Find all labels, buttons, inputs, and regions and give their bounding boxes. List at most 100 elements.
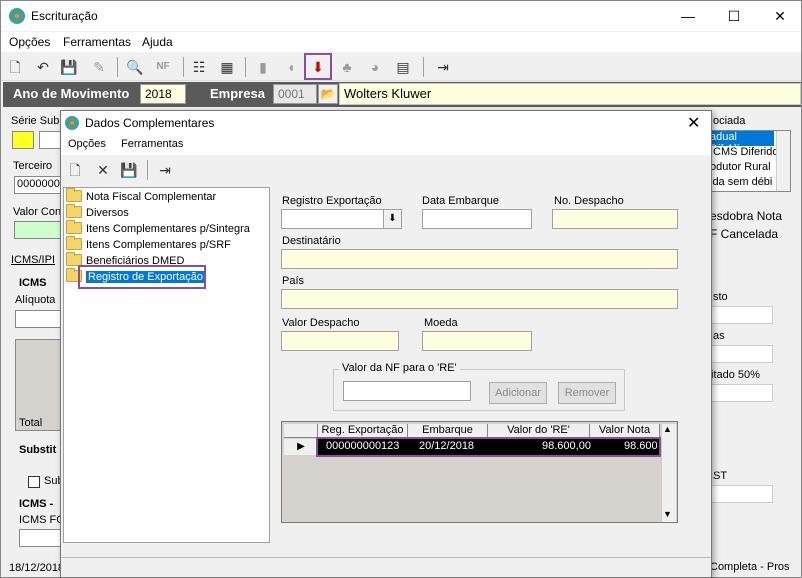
truck-icon[interactable]: ◖: [281, 57, 301, 77]
adicionar-button[interactable]: Adicionar: [489, 382, 547, 404]
moeda-label: Moeda: [424, 317, 458, 329]
open-folder-icon[interactable]: 📂: [318, 84, 338, 104]
main-toolbar: 🗋 ↶ 💾 ✎ 🔍 NF ☷ ▦ ▮ ◖ ⬇ ♣ ◕ ▤ ⇥: [1, 53, 801, 81]
grid-col-valor-nota[interactable]: Valor Nota: [590, 424, 660, 438]
completa-label: Completa - Pros: [710, 561, 790, 573]
preview-icon[interactable]: 🔍: [125, 57, 145, 77]
dialog-title: Dados Complementares: [85, 116, 215, 130]
bag-icon[interactable]: ♣: [337, 57, 357, 77]
stack-icon[interactable]: ◕: [365, 57, 385, 77]
empresa-name-field: Wolters Kluwer: [339, 83, 801, 105]
save-icon[interactable]: 💾: [59, 57, 79, 77]
valor-despacho-field[interactable]: [281, 331, 399, 351]
nf-cancelada-label: F Cancelada: [710, 227, 779, 241]
custo-label: sto: [713, 291, 728, 303]
exit-icon[interactable]: ⇥: [433, 57, 453, 77]
data-embarque-label: Data Embarque: [422, 195, 500, 207]
folder-icon: [66, 236, 82, 250]
menu-ajuda[interactable]: Ajuda: [142, 35, 173, 49]
dialog-exit-icon[interactable]: ⇥: [155, 160, 175, 180]
pais-field[interactable]: [281, 289, 678, 309]
creditado-field[interactable]: [709, 384, 773, 402]
minimize-button[interactable]: —: [665, 1, 711, 31]
dialog-status-divider: [61, 557, 711, 558]
folder-icon: [66, 220, 82, 234]
right-associada-label: ociada: [713, 115, 746, 127]
tree-item[interactable]: Nota Fiscal Complementar: [66, 188, 216, 206]
custo-field[interactable]: [709, 306, 773, 324]
no-despacho-label: No. Despacho: [554, 195, 624, 207]
dialog-menu-opcoes[interactable]: Opções: [68, 138, 106, 150]
maximize-button[interactable]: ☐: [711, 1, 757, 31]
icms-fc-field[interactable]: [19, 529, 63, 547]
status-date: 18/12/2018: [9, 562, 65, 574]
data-embarque-field[interactable]: [422, 209, 532, 229]
right-list-item[interactable]: adual Dif.Alíq: [708, 131, 774, 155]
grid-vertical-scrollbar[interactable]: [661, 424, 676, 522]
dropdown-arrow-icon[interactable]: ⬇: [383, 209, 402, 229]
terceiro-field[interactable]: 0000000: [14, 176, 62, 194]
tree-item[interactable]: Itens Complementares p/SRF: [66, 236, 231, 254]
scroll-down-icon[interactable]: ▼: [663, 509, 672, 519]
taxas-field[interactable]: [709, 345, 773, 363]
tree-icon[interactable]: ☷: [189, 57, 209, 77]
empresa-code-field[interactable]: 0001: [273, 84, 317, 104]
grid-col-valor-re[interactable]: Valor do 'RE': [488, 424, 590, 438]
substit-title: Substit: [19, 444, 57, 456]
st-field[interactable]: [709, 485, 773, 503]
terceiro-label: Terceiro: [13, 160, 53, 172]
creditado-label: itado 50%: [711, 369, 760, 381]
aliquota-field[interactable]: [15, 310, 63, 328]
valor-nf-field[interactable]: [343, 381, 471, 401]
tab-icms-ipi[interactable]: ICMS/IPI: [11, 254, 55, 266]
erase-icon[interactable]: ✎: [89, 57, 109, 77]
highlight-toolbar: [304, 53, 332, 80]
scroll-up-icon[interactable]: ▲: [663, 424, 672, 434]
calc-icon[interactable]: ▦: [217, 57, 237, 77]
sub-checkbox[interactable]: [28, 476, 40, 488]
app-icon: [9, 8, 25, 24]
close-button[interactable]: ✕: [757, 1, 802, 31]
menu-ferramentas[interactable]: Ferramentas: [63, 35, 131, 49]
dialog-delete-icon[interactable]: ✕: [93, 160, 113, 180]
icms-title: ICMS: [19, 277, 47, 289]
folder-icon[interactable]: ▮: [253, 57, 273, 77]
dialog-new-icon[interactable]: 🗋: [65, 160, 85, 180]
menu-opcoes[interactable]: Opções: [9, 35, 50, 49]
new-icon[interactable]: 🗋: [5, 57, 25, 77]
registro-exportacao-select[interactable]: [281, 209, 384, 229]
dados-complementares-dialog: Dados Complementares ✕ Opções Ferramenta…: [60, 110, 712, 578]
dialog-toolbar: 🗋 ✕ 💾 ⇥: [61, 156, 711, 184]
taxas-label: as: [713, 330, 725, 342]
dialog-save-icon[interactable]: 💾: [119, 160, 139, 180]
grid-col-reg-exportacao[interactable]: Reg. Exportação: [318, 424, 408, 438]
ano-field[interactable]: 2018: [140, 84, 186, 104]
ano-label: Ano de Movimento: [13, 86, 130, 101]
nf-icon[interactable]: NF: [153, 57, 173, 77]
valor-cont-field[interactable]: [14, 221, 62, 239]
tree-item[interactable]: Diversos: [66, 204, 129, 222]
serie-field[interactable]: [12, 131, 34, 149]
remover-button[interactable]: Remover: [558, 382, 616, 404]
dialog-menu-ferramentas[interactable]: Ferramentas: [121, 138, 183, 150]
no-despacho-field[interactable]: [552, 209, 678, 229]
document-list-icon[interactable]: ▤: [393, 57, 413, 77]
destinatario-field[interactable]: [281, 249, 678, 269]
dialog-title-bar: Dados Complementares ✕: [61, 111, 711, 135]
header-bar: Ano de Movimento 2018 Empresa 0001 📂 Wol…: [3, 82, 801, 107]
highlight-tree: [78, 265, 206, 289]
undo-icon[interactable]: ↶: [33, 57, 53, 77]
grid-col-embarque[interactable]: Embarque: [408, 424, 488, 438]
desdobra-nota-label: esdobra Nota: [710, 209, 783, 223]
dialog-close-icon[interactable]: ✕: [687, 113, 700, 133]
right-listbox[interactable]: adual Dif.Alíq ICMS Diferido odutor Rura…: [707, 130, 791, 192]
st-label: ST: [713, 470, 728, 482]
serie-label: Série Sub: [11, 115, 60, 127]
moeda-field[interactable]: [422, 331, 532, 351]
registro-grid: Reg. Exportação Embarque Valor do 'RE' V…: [281, 421, 678, 523]
title-bar: Escrituração — ☐ ✕: [1, 1, 801, 31]
sub-field[interactable]: [39, 131, 61, 149]
tree-item[interactable]: Itens Complementares p/Sintegra: [66, 220, 250, 238]
valor-cont-label: Valor Cont: [13, 206, 65, 218]
right-list-scrollbar[interactable]: [776, 131, 790, 191]
